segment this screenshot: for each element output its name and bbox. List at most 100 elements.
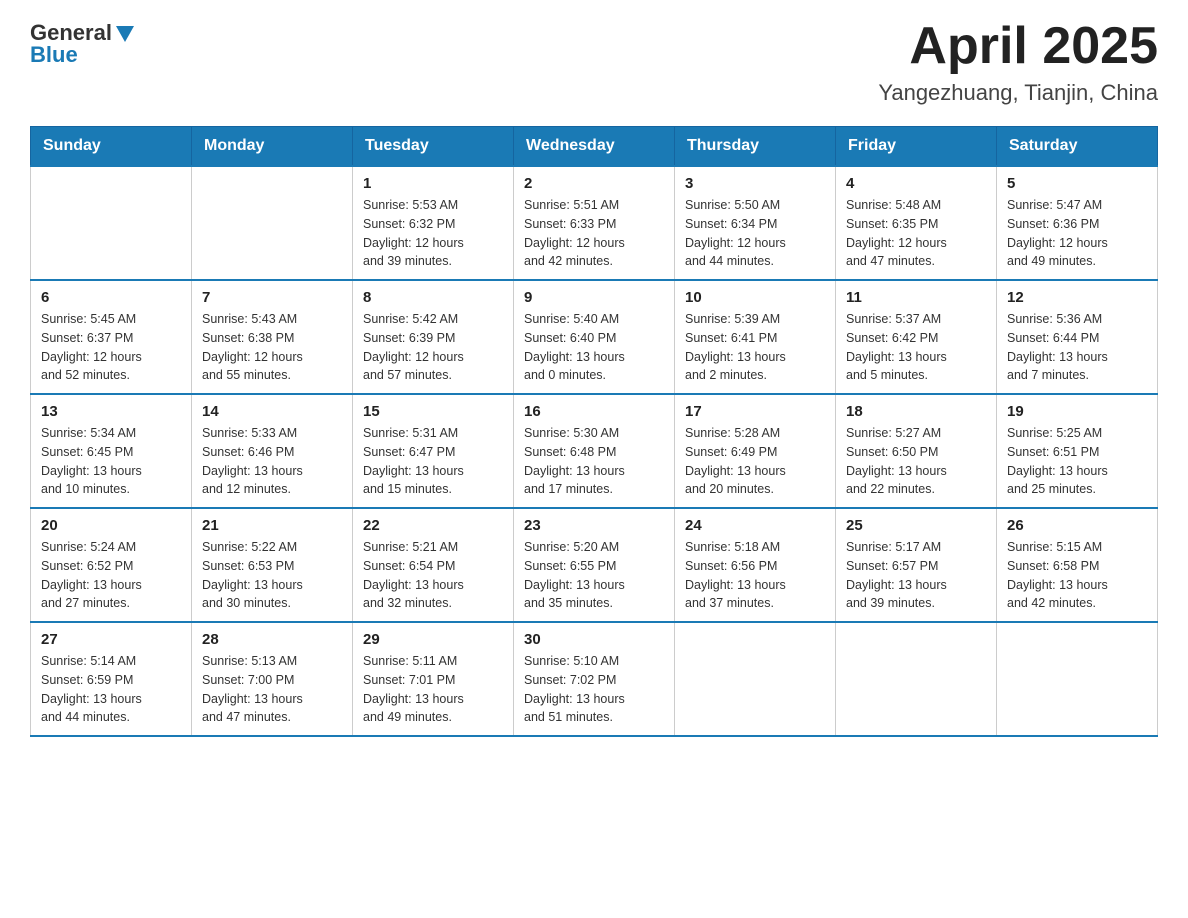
day-number: 25 xyxy=(846,517,986,534)
table-row: 20 Sunrise: 5:24 AMSunset: 6:52 PMDayligh… xyxy=(31,508,192,622)
day-info: Sunrise: 5:36 AMSunset: 6:44 PMDaylight:… xyxy=(1007,310,1147,385)
day-info: Sunrise: 5:50 AMSunset: 6:34 PMDaylight:… xyxy=(685,196,825,271)
day-info: Sunrise: 5:34 AMSunset: 6:45 PMDaylight:… xyxy=(41,424,181,499)
table-row: 3 Sunrise: 5:50 AMSunset: 6:34 PMDaylight… xyxy=(675,166,836,280)
day-info: Sunrise: 5:31 AMSunset: 6:47 PMDaylight:… xyxy=(363,424,503,499)
calendar-week-row: 6 Sunrise: 5:45 AMSunset: 6:37 PMDaylight… xyxy=(31,280,1158,394)
day-number: 16 xyxy=(524,403,664,420)
header-sunday: Sunday xyxy=(31,127,192,167)
table-row: 7Sunrise: 5:43 AMSunset: 6:38 PMDaylight… xyxy=(192,280,353,394)
table-row: 19 Sunrise: 5:25 AMSunset: 6:51 PMDayligh… xyxy=(997,394,1158,508)
day-number: 11 xyxy=(846,289,986,306)
day-info: Sunrise: 5:25 AMSunset: 6:51 PMDaylight:… xyxy=(1007,424,1147,499)
table-row: 6 Sunrise: 5:45 AMSunset: 6:37 PMDaylight… xyxy=(31,280,192,394)
day-info: Sunrise: 5:45 AMSunset: 6:37 PMDaylight:… xyxy=(41,310,181,385)
day-info: Sunrise: 5:53 AMSunset: 6:32 PMDaylight:… xyxy=(363,196,503,271)
day-number: 21 xyxy=(202,517,342,534)
table-row xyxy=(997,622,1158,736)
day-number: 20 xyxy=(41,517,181,534)
table-row xyxy=(675,622,836,736)
calendar-week-row: 13 Sunrise: 5:34 AMSunset: 6:45 PMDayligh… xyxy=(31,394,1158,508)
location: Yangezhuang, Tianjin, China xyxy=(878,80,1158,106)
title-section: April 2025 Yangezhuang, Tianjin, China xyxy=(878,20,1158,106)
table-row xyxy=(836,622,997,736)
day-info: Sunrise: 5:22 AMSunset: 6:53 PMDaylight:… xyxy=(202,538,342,613)
day-info: Sunrise: 5:42 AMSunset: 6:39 PMDaylight:… xyxy=(363,310,503,385)
day-number: 2 xyxy=(524,175,664,192)
table-row: 10 Sunrise: 5:39 AMSunset: 6:41 PMDayligh… xyxy=(675,280,836,394)
header-monday: Monday xyxy=(192,127,353,167)
day-number: 30 xyxy=(524,631,664,648)
day-number: 5 xyxy=(1007,175,1147,192)
header-saturday: Saturday xyxy=(997,127,1158,167)
table-row: 18 Sunrise: 5:27 AMSunset: 6:50 PMDayligh… xyxy=(836,394,997,508)
table-row: 12 Sunrise: 5:36 AMSunset: 6:44 PMDayligh… xyxy=(997,280,1158,394)
table-row: 2Sunrise: 5:51 AMSunset: 6:33 PMDaylight… xyxy=(514,166,675,280)
calendar-week-row: 27Sunrise: 5:14 AMSunset: 6:59 PMDayligh… xyxy=(31,622,1158,736)
table-row: 30 Sunrise: 5:10 AMSunset: 7:02 PMDayligh… xyxy=(514,622,675,736)
day-number: 7 xyxy=(202,289,342,306)
table-row: 17 Sunrise: 5:28 AMSunset: 6:49 PMDayligh… xyxy=(675,394,836,508)
table-row xyxy=(192,166,353,280)
day-number: 6 xyxy=(41,289,181,306)
day-info: Sunrise: 5:28 AMSunset: 6:49 PMDaylight:… xyxy=(685,424,825,499)
table-row: 25 Sunrise: 5:17 AMSunset: 6:57 PMDayligh… xyxy=(836,508,997,622)
header-friday: Friday xyxy=(836,127,997,167)
table-row: 8 Sunrise: 5:42 AMSunset: 6:39 PMDaylight… xyxy=(353,280,514,394)
day-number: 17 xyxy=(685,403,825,420)
calendar-week-row: 1 Sunrise: 5:53 AMSunset: 6:32 PMDaylight… xyxy=(31,166,1158,280)
header-thursday: Thursday xyxy=(675,127,836,167)
day-info: Sunrise: 5:30 AMSunset: 6:48 PMDaylight:… xyxy=(524,424,664,499)
calendar-header-row: Sunday Monday Tuesday Wednesday Thursday… xyxy=(31,127,1158,167)
day-info: Sunrise: 5:47 AMSunset: 6:36 PMDaylight:… xyxy=(1007,196,1147,271)
day-info: Sunrise: 5:10 AMSunset: 7:02 PMDaylight:… xyxy=(524,652,664,727)
day-number: 9 xyxy=(524,289,664,306)
table-row: 29Sunrise: 5:11 AMSunset: 7:01 PMDayligh… xyxy=(353,622,514,736)
logo-arrow-icon xyxy=(114,22,136,44)
calendar-table: Sunday Monday Tuesday Wednesday Thursday… xyxy=(30,126,1158,737)
day-number: 28 xyxy=(202,631,342,648)
day-number: 13 xyxy=(41,403,181,420)
day-number: 12 xyxy=(1007,289,1147,306)
logo-blue: Blue xyxy=(30,42,78,68)
day-info: Sunrise: 5:48 AMSunset: 6:35 PMDaylight:… xyxy=(846,196,986,271)
table-row: 28 Sunrise: 5:13 AMSunset: 7:00 PMDayligh… xyxy=(192,622,353,736)
header-wednesday: Wednesday xyxy=(514,127,675,167)
day-number: 8 xyxy=(363,289,503,306)
day-info: Sunrise: 5:24 AMSunset: 6:52 PMDaylight:… xyxy=(41,538,181,613)
day-number: 19 xyxy=(1007,403,1147,420)
table-row: 9 Sunrise: 5:40 AMSunset: 6:40 PMDaylight… xyxy=(514,280,675,394)
day-number: 27 xyxy=(41,631,181,648)
day-info: Sunrise: 5:20 AMSunset: 6:55 PMDaylight:… xyxy=(524,538,664,613)
table-row: 13 Sunrise: 5:34 AMSunset: 6:45 PMDayligh… xyxy=(31,394,192,508)
table-row: 24Sunrise: 5:18 AMSunset: 6:56 PMDayligh… xyxy=(675,508,836,622)
day-number: 22 xyxy=(363,517,503,534)
day-info: Sunrise: 5:33 AMSunset: 6:46 PMDaylight:… xyxy=(202,424,342,499)
table-row: 23 Sunrise: 5:20 AMSunset: 6:55 PMDayligh… xyxy=(514,508,675,622)
day-info: Sunrise: 5:37 AMSunset: 6:42 PMDaylight:… xyxy=(846,310,986,385)
day-number: 23 xyxy=(524,517,664,534)
day-info: Sunrise: 5:39 AMSunset: 6:41 PMDaylight:… xyxy=(685,310,825,385)
day-number: 3 xyxy=(685,175,825,192)
day-number: 14 xyxy=(202,403,342,420)
table-row: 16 Sunrise: 5:30 AMSunset: 6:48 PMDayligh… xyxy=(514,394,675,508)
calendar-week-row: 20 Sunrise: 5:24 AMSunset: 6:52 PMDayligh… xyxy=(31,508,1158,622)
day-number: 10 xyxy=(685,289,825,306)
table-row: 14 Sunrise: 5:33 AMSunset: 6:46 PMDayligh… xyxy=(192,394,353,508)
month-title: April 2025 xyxy=(878,20,1158,72)
table-row: 4Sunrise: 5:48 AMSunset: 6:35 PMDaylight… xyxy=(836,166,997,280)
day-number: 15 xyxy=(363,403,503,420)
day-number: 18 xyxy=(846,403,986,420)
day-number: 29 xyxy=(363,631,503,648)
table-row: 15 Sunrise: 5:31 AMSunset: 6:47 PMDayligh… xyxy=(353,394,514,508)
day-number: 1 xyxy=(363,175,503,192)
header-tuesday: Tuesday xyxy=(353,127,514,167)
table-row xyxy=(31,166,192,280)
day-info: Sunrise: 5:13 AMSunset: 7:00 PMDaylight:… xyxy=(202,652,342,727)
page-header: General Blue April 2025 Yangezhuang, Tia… xyxy=(30,20,1158,106)
day-info: Sunrise: 5:27 AMSunset: 6:50 PMDaylight:… xyxy=(846,424,986,499)
day-info: Sunrise: 5:15 AMSunset: 6:58 PMDaylight:… xyxy=(1007,538,1147,613)
day-info: Sunrise: 5:40 AMSunset: 6:40 PMDaylight:… xyxy=(524,310,664,385)
day-info: Sunrise: 5:21 AMSunset: 6:54 PMDaylight:… xyxy=(363,538,503,613)
day-info: Sunrise: 5:17 AMSunset: 6:57 PMDaylight:… xyxy=(846,538,986,613)
